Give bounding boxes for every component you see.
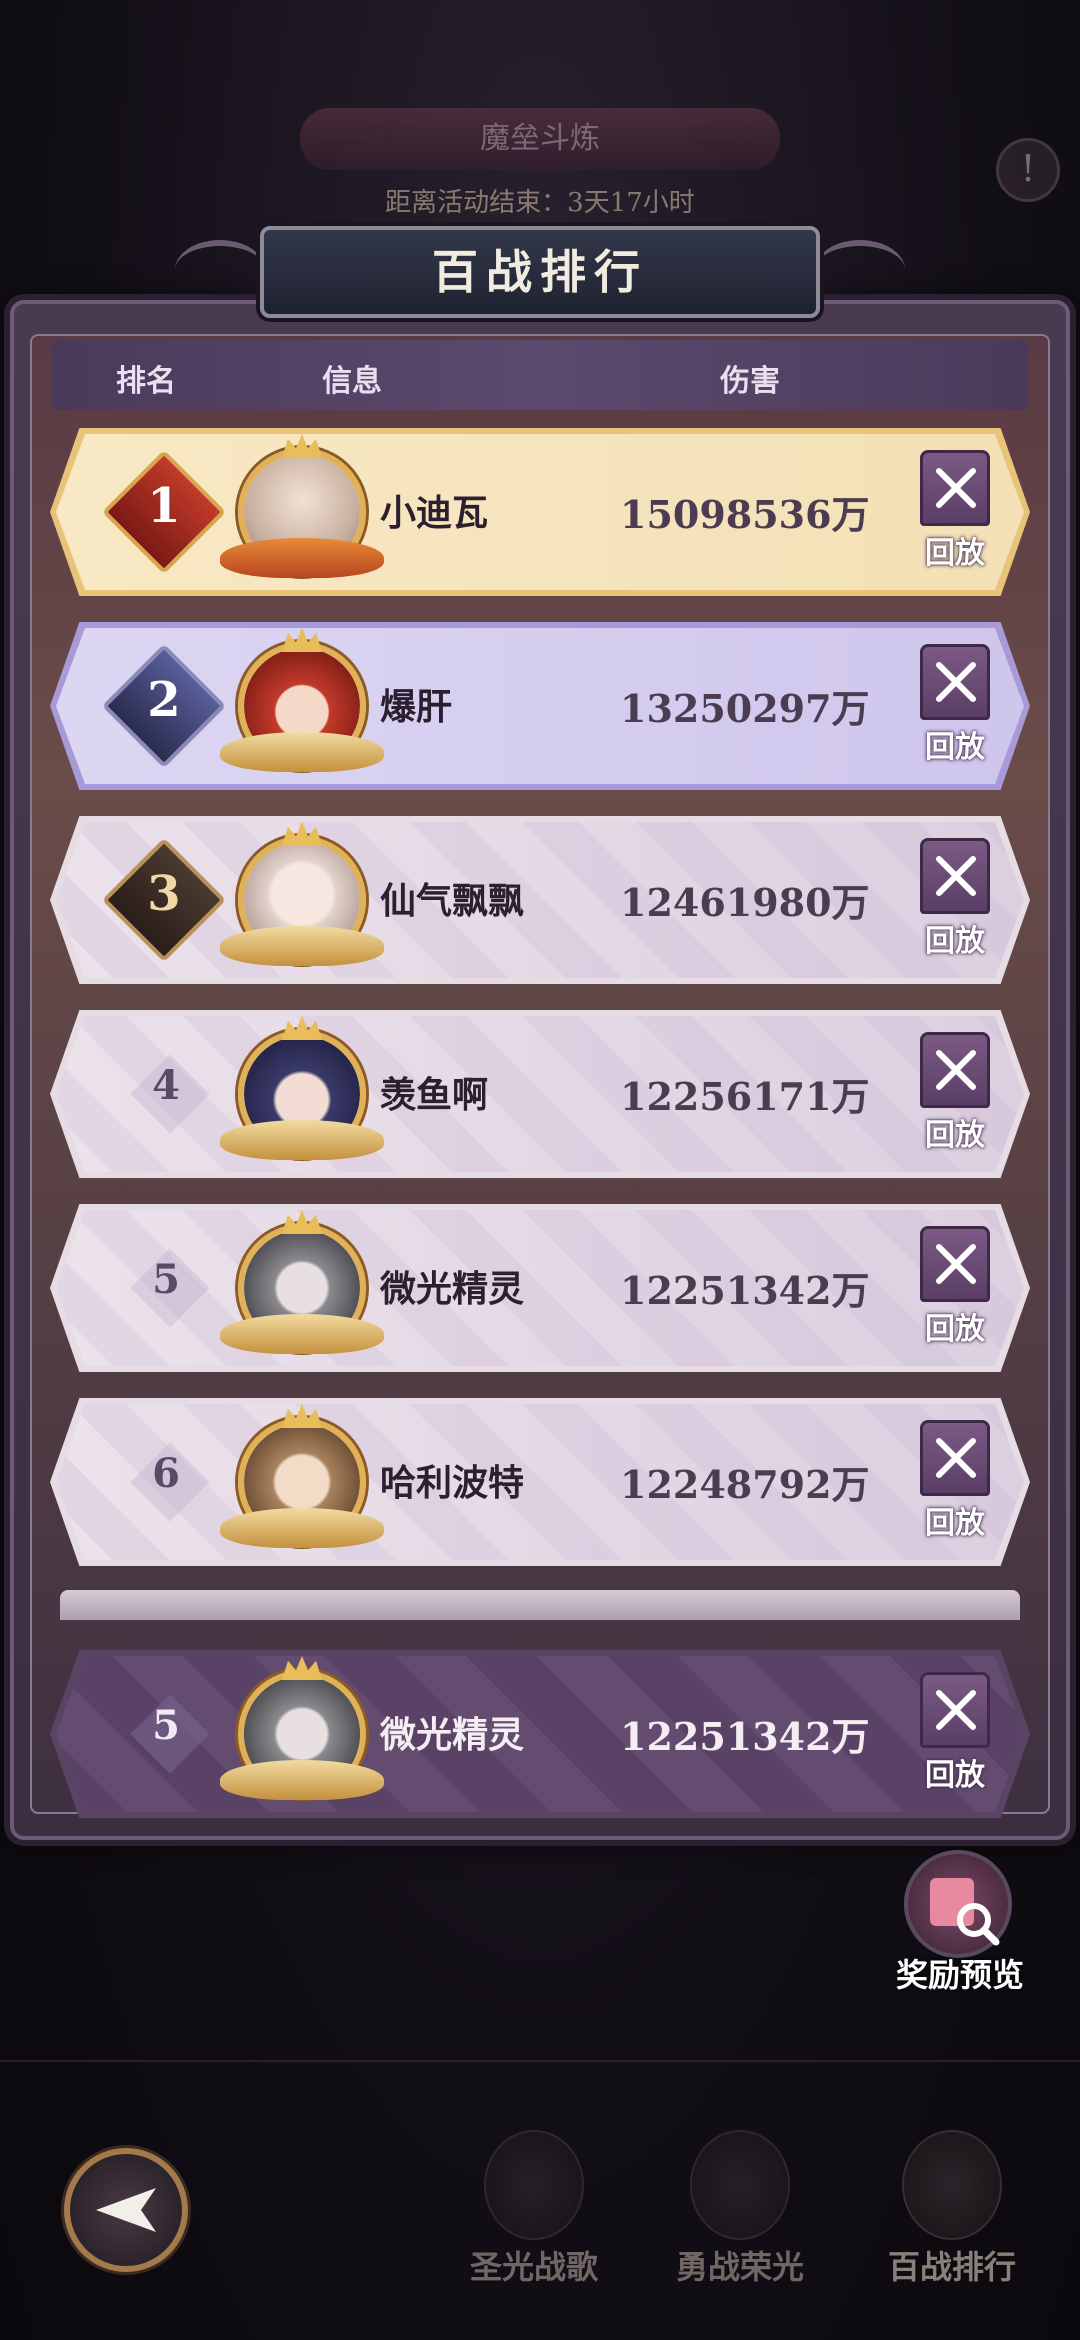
replay-label: 回放 [925, 730, 985, 765]
game-screen: 魔垒斗炼 ! 距离活动结束：3天17小时 百战排行 排名 信息 伤害 1 小迪瓦… [0, 0, 1080, 2340]
ranking-row[interactable]: 1 小迪瓦 15098536万 回放 [50, 428, 1030, 596]
ranking-row-partial [60, 1590, 1020, 1620]
rank-number: 5 [152, 1702, 180, 1749]
replay-button[interactable]: 回放 [910, 1672, 1000, 1798]
ranking-row[interactable]: 2 爆肝 13250297万 回放 [50, 622, 1030, 790]
crossed-swords-icon [920, 450, 990, 526]
damage-value: 12461980万 [620, 880, 870, 925]
column-info: 信息 [322, 364, 382, 399]
avatar-frame-icon [220, 926, 384, 966]
avatar-frame-icon [220, 1120, 384, 1160]
crossed-swords-icon [920, 1672, 990, 1748]
ranking-row[interactable]: 3 仙气飘飘 12461980万 回放 [50, 816, 1030, 984]
ranking-icon [902, 2130, 1002, 2240]
back-arrow-icon [96, 2188, 156, 2232]
replay-label: 回放 [925, 1758, 985, 1793]
event-title: 魔垒斗炼 [300, 108, 780, 170]
replay-label: 回放 [925, 1312, 985, 1347]
player-name: 仙气飘飘 [380, 880, 525, 922]
reward-search-icon [904, 1850, 1012, 1958]
avatar-frame-icon [220, 1760, 384, 1800]
player-name: 爆肝 [380, 686, 453, 728]
tab-label: 圣光战歌 [469, 2248, 598, 2286]
replay-label: 回放 [925, 1506, 985, 1541]
damage-value: 12251342万 [620, 1714, 870, 1759]
back-button[interactable] [64, 2148, 188, 2272]
avatar-frame-icon [220, 732, 384, 772]
replay-button[interactable]: 回放 [910, 1226, 1000, 1352]
crossed-swords-icon [920, 1420, 990, 1496]
tab-holy-song[interactable]: 圣光战歌 [444, 2130, 624, 2300]
glory-helmet-icon [690, 2130, 790, 2240]
reward-preview-button[interactable]: 奖励预览 [880, 1850, 1040, 2000]
player-name: 哈利波特 [380, 1462, 525, 1504]
column-damage: 伤害 [720, 364, 780, 399]
damage-value: 12256171万 [620, 1074, 870, 1119]
replay-button[interactable]: 回放 [910, 1420, 1000, 1546]
my-ranking-row[interactable]: 5 微光精灵 12251342万 回放 [50, 1650, 1030, 1818]
damage-value: 13250297万 [620, 686, 870, 731]
avatar-frame-icon [220, 1508, 384, 1548]
crossed-swords-icon [920, 644, 990, 720]
event-countdown: 距离活动结束：3天17小时 [385, 188, 695, 218]
replay-label: 回放 [925, 1118, 985, 1153]
tab-label: 百战排行 [887, 2248, 1016, 2286]
replay-label: 回放 [925, 924, 985, 959]
rank-number: 2 [147, 672, 181, 728]
column-rank: 排名 [116, 364, 176, 399]
replay-button[interactable]: 回放 [910, 450, 1000, 576]
damage-value: 15098536万 [620, 492, 870, 537]
tab-glory[interactable]: 勇战荣光 [650, 2130, 830, 2300]
crossed-swords-icon [920, 1226, 990, 1302]
replay-button[interactable]: 回放 [910, 838, 1000, 964]
title-ornament-right [815, 240, 905, 300]
rank-number: 3 [147, 866, 181, 922]
replay-label: 回放 [925, 536, 985, 571]
divider [0, 2060, 1080, 2090]
rank-number: 4 [152, 1062, 180, 1109]
damage-value: 12251342万 [620, 1268, 870, 1313]
player-name: 小迪瓦 [380, 492, 489, 534]
rank-number: 6 [152, 1450, 180, 1497]
player-name: 微光精灵 [380, 1714, 525, 1756]
reward-preview-label: 奖励预览 [895, 1956, 1024, 1994]
player-name: 羡鱼啊 [380, 1074, 489, 1116]
damage-value: 12248792万 [620, 1462, 870, 1507]
modal-title: 百战排行 [260, 226, 820, 318]
avatar-frame-icon [220, 1314, 384, 1354]
replay-button[interactable]: 回放 [910, 644, 1000, 770]
ranking-row[interactable]: 4 羡鱼啊 12256171万 回放 [50, 1010, 1030, 1178]
crossed-swords-icon [920, 1032, 990, 1108]
crossed-swords-icon [920, 838, 990, 914]
rank-number: 5 [152, 1256, 180, 1303]
ranking-row[interactable]: 6 哈利波特 12248792万 回放 [50, 1398, 1030, 1566]
avatar-frame-icon [220, 538, 384, 578]
tab-ranking[interactable]: 百战排行 [862, 2130, 1042, 2300]
replay-button[interactable]: 回放 [910, 1032, 1000, 1158]
ranking-row[interactable]: 5 微光精灵 12251342万 回放 [50, 1204, 1030, 1372]
player-name: 微光精灵 [380, 1268, 525, 1310]
rank-number: 1 [147, 478, 181, 534]
tab-label: 勇战荣光 [675, 2248, 804, 2286]
title-ornament-left [175, 240, 265, 300]
holy-song-icon [484, 2130, 584, 2240]
column-header: 排名 信息 伤害 [52, 340, 1028, 410]
